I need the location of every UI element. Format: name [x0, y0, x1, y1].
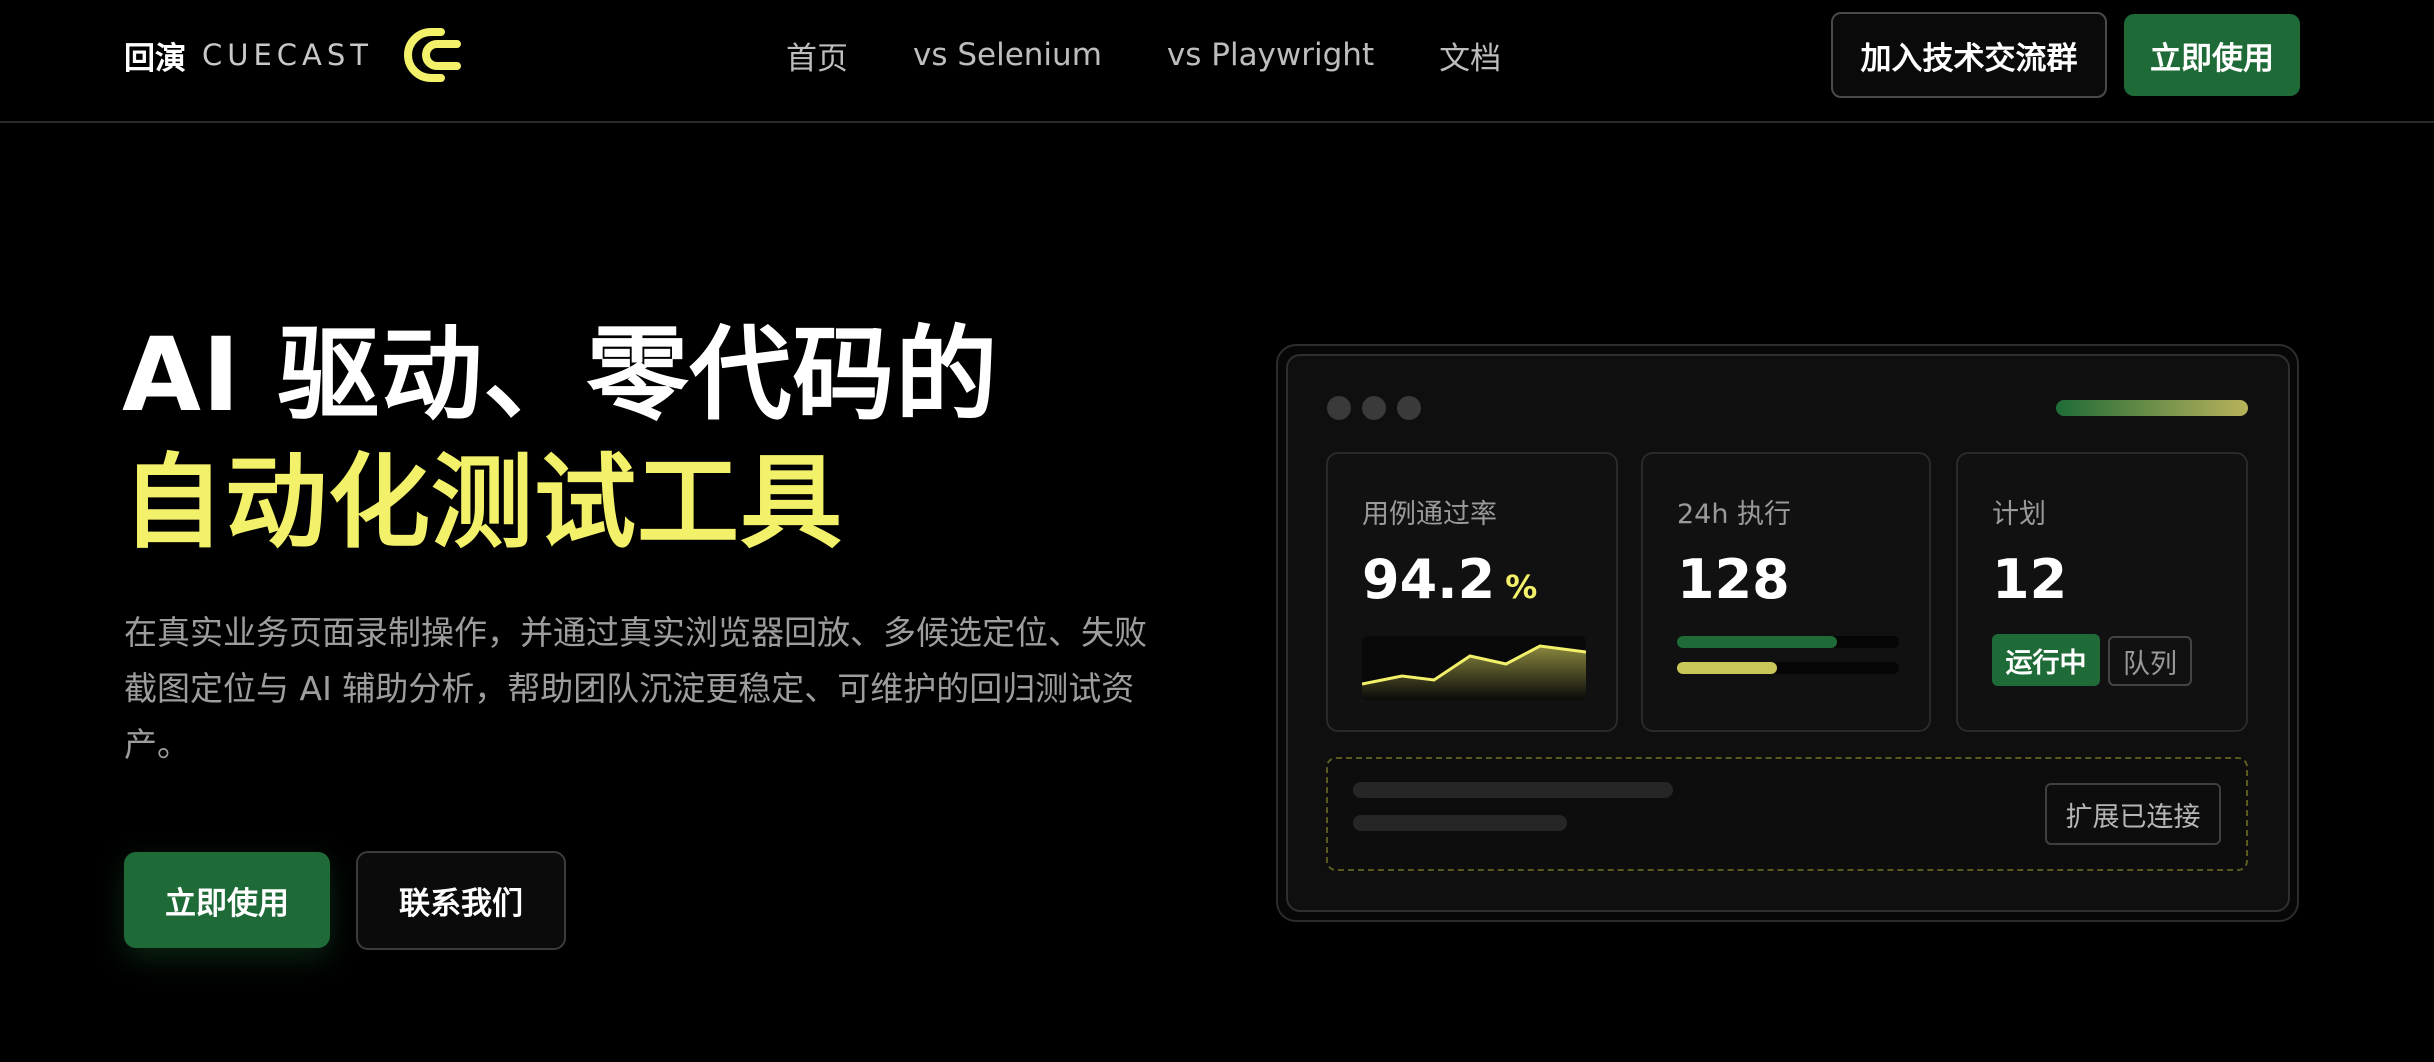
brand-name-en: CUECAST	[202, 38, 374, 72]
executions-label: 24h 执行	[1677, 499, 1792, 530]
pass-rate-label: 用例通过率	[1362, 499, 1497, 530]
placeholder-line	[1353, 782, 1673, 798]
nav-cta-button[interactable]: 立即使用	[2124, 14, 2300, 96]
join-group-button[interactable]: 加入技术交流群	[1831, 12, 2107, 98]
pass-rate-value: 94.2%	[1362, 548, 1537, 611]
cuecast-logo-icon	[404, 28, 462, 82]
extension-connected-button[interactable]: 扩展已连接	[2045, 783, 2221, 845]
schedule-value: 12	[1992, 548, 2068, 611]
execution-progress-fill	[1677, 662, 1777, 674]
placeholder-line	[1353, 815, 1567, 831]
schedule-label: 计划	[1992, 499, 2046, 530]
nav-link-vs-selenium[interactable]: vs Selenium	[913, 37, 1102, 73]
window-accent-bar	[2056, 400, 2248, 416]
hero-description: 在真实业务页面录制操作，并通过真实浏览器回放、多候选定位、失败截图定位与 AI …	[124, 613, 1147, 764]
pass-rate-number: 94.2	[1362, 548, 1496, 611]
nav-link-docs[interactable]: 文档	[1439, 33, 1501, 78]
brand-name-cn: 回演	[124, 40, 186, 77]
hero-title-line1: AI 驱动、零代码的	[122, 316, 999, 435]
hero-primary-button[interactable]: 立即使用	[124, 852, 330, 948]
nav-link-home[interactable]: 首页	[786, 33, 848, 78]
pass-rate-card: 用例通过率 94.2%	[1326, 452, 1618, 732]
window-dot-icon	[1362, 396, 1386, 420]
running-status-badge: 运行中	[1992, 634, 2100, 686]
execution-progress-bar	[1677, 662, 1899, 674]
nav-link-vs-playwright[interactable]: vs Playwright	[1167, 37, 1374, 73]
brand[interactable]: 回演 CUECAST	[124, 28, 463, 82]
execution-progress-bar	[1677, 636, 1899, 648]
hero-title: AI 驱动、零代码的 自动化测试工具	[122, 312, 998, 568]
top-nav: 回演 CUECAST 首页 vs Selenium vs Playwright …	[0, 0, 2434, 123]
pass-rate-sparkline	[1362, 636, 1586, 700]
window-dot-icon	[1327, 396, 1351, 420]
executions-24h-card: 24h 执行 128	[1641, 452, 1931, 732]
pass-rate-unit: %	[1505, 568, 1538, 606]
contact-us-button[interactable]: 联系我们	[356, 851, 566, 950]
schedule-card: 计划 12 运行中 队列	[1956, 452, 2248, 732]
nav-links: 首页 vs Selenium vs Playwright 文档	[786, 32, 1566, 78]
execution-progress-fill	[1677, 636, 1837, 648]
executions-value: 128	[1677, 548, 1790, 611]
queue-status-badge: 队列	[2108, 636, 2192, 686]
hero-title-line2: 自动化测试工具	[122, 444, 843, 563]
window-dot-icon	[1397, 396, 1421, 420]
